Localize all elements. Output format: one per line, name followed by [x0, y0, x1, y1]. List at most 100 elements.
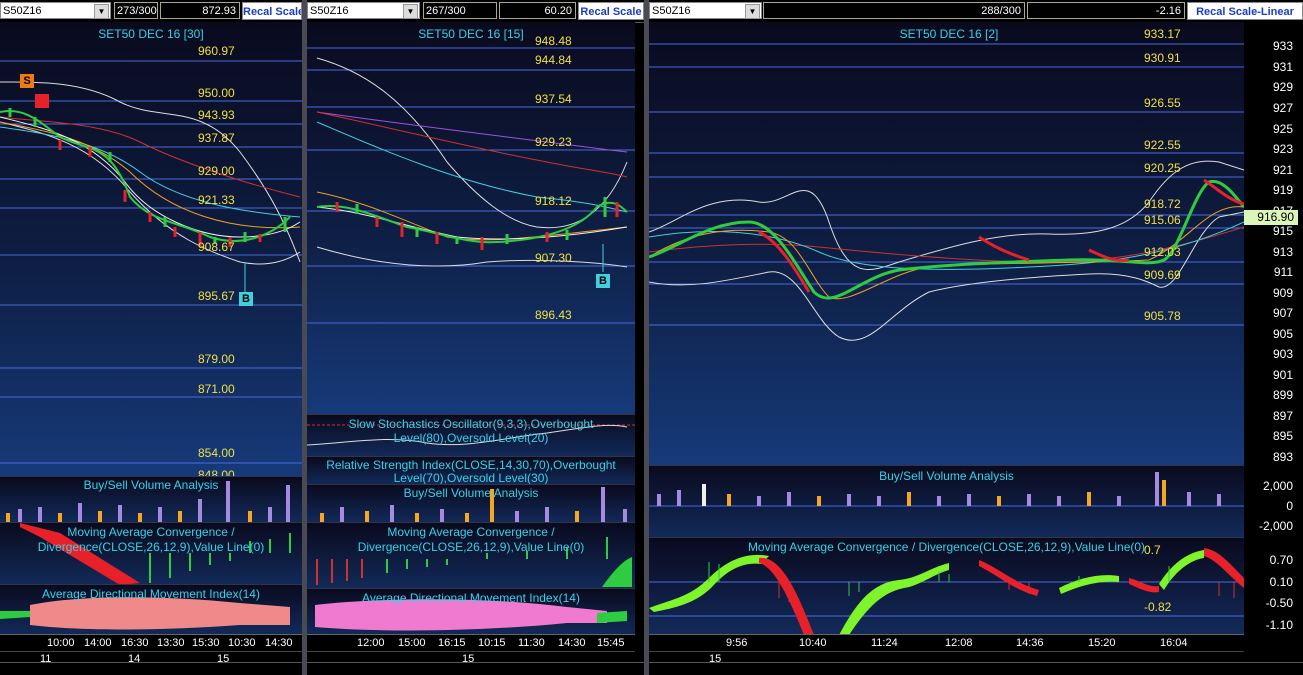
time-label: 14:00	[84, 637, 112, 649]
symbol-value: S50Z16	[652, 5, 691, 17]
y-tick: 911	[1273, 265, 1293, 279]
chevron-down-icon[interactable]: ▼	[745, 4, 760, 19]
macd-value-label: 0.7	[1144, 543, 1161, 557]
time-label: 10:15	[478, 637, 506, 649]
symbol-select[interactable]: S50Z16 ▼	[649, 2, 762, 19]
price-chart-svg	[0, 60, 302, 464]
time-label: 10:00	[47, 637, 75, 649]
time-label: 14:30	[558, 637, 586, 649]
y-tick: -0.50	[1265, 596, 1293, 610]
macd-axis: 0.70 0.10 -0.50 -1.10	[1244, 537, 1303, 634]
y-tick: 919	[1272, 183, 1293, 197]
macd-title-line-2: Divergence(CLOSE,26,12,9),Value Line(0)	[357, 540, 585, 554]
price-level-label: 937.87	[198, 131, 235, 145]
buy-signal-marker[interactable]: B	[239, 292, 253, 306]
price-level-label: 896.43	[535, 308, 572, 322]
time-label: 10:40	[799, 637, 827, 649]
panel-3-scrollbar[interactable]	[649, 662, 1303, 675]
price-level-label: 879.00	[198, 352, 235, 366]
chevron-down-icon[interactable]: ▼	[94, 4, 109, 19]
y-tick: 903	[1272, 347, 1293, 361]
y-tick: 899	[1272, 388, 1293, 402]
price-chart[interactable]: SET50 DEC 16 [15] 948.48 944.84 937.54 9…	[307, 22, 635, 414]
price-level-label: 960.97	[198, 44, 235, 58]
adx-pane[interactable]: Average Directional Movement Index(14)	[307, 588, 635, 635]
price-chart[interactable]: SET50 DEC 16 [30] 960.97 950.00 943.93 9…	[0, 22, 302, 476]
macd-title-line-2: Divergence(CLOSE,26,12,9),Value Line(0)	[37, 540, 265, 554]
volume-pane[interactable]: Buy/Sell Volume Analysis	[649, 465, 1244, 538]
price-level-label: 918.12	[535, 194, 572, 208]
price-level-label: 905.78	[1144, 309, 1181, 323]
y-tick: 927	[1272, 101, 1293, 115]
recal-scale-button[interactable]: Recal Scale	[578, 2, 644, 20]
price-level-label: 848.00	[198, 468, 235, 476]
panel-2-toolbar: S50Z16 ▼ 267/300 60.20 Recal Scale	[307, 0, 644, 23]
y-tick: 2,000	[1262, 479, 1293, 493]
panel-1-scrollbar[interactable]	[0, 662, 302, 675]
y-tick: 905	[1272, 327, 1293, 341]
chart-panel-1: S50Z16 ▼ 273/300 872.93 Recal Scale SET5…	[0, 0, 302, 675]
rsi-pane[interactable]: Relative Strength Index(CLOSE,14,30,70),…	[307, 456, 635, 485]
volume-pane-title: Buy/Sell Volume Analysis	[879, 469, 1014, 483]
volume-bars-svg	[6, 481, 290, 523]
y-tick: 915	[1272, 224, 1293, 238]
price-level-label: 926.55	[1144, 96, 1181, 110]
chart-panel-3: S50Z16 ▼ 288/300 -2.16 Recal Scale-Linear	[649, 0, 1303, 675]
price-readout: -2.16	[1027, 2, 1185, 19]
time-label: 11:24	[871, 637, 898, 649]
price-level-label: 918.72	[1144, 197, 1181, 211]
buy-signal-marker[interactable]: B	[596, 274, 610, 288]
y-tick: 931	[1272, 60, 1293, 74]
time-label: 12:00	[357, 637, 385, 649]
time-label: 16:04	[1160, 637, 1188, 649]
y-tick: 921	[1272, 163, 1293, 177]
price-level-label: 871.00	[198, 382, 235, 396]
chevron-down-icon[interactable]: ▼	[403, 4, 418, 19]
recal-scale-button[interactable]: Recal Scale	[242, 2, 302, 20]
price-level-label: 937.54	[535, 92, 572, 106]
adx-pane[interactable]: Average Directional Movement Index(14)	[0, 584, 302, 635]
adx-title: Average Directional Movement Index(14)	[42, 587, 260, 601]
price-level-label: 854.00	[198, 446, 235, 460]
panel-1-toolbar: S50Z16 ▼ 273/300 872.93 Recal Scale	[0, 0, 302, 23]
price-level-label: 921.33	[198, 193, 235, 207]
volume-pane-title: Buy/Sell Volume Analysis	[403, 486, 539, 500]
y-tick: 925	[1272, 122, 1293, 136]
macd-pane[interactable]: Moving Average Convergence / Divergence(…	[649, 537, 1244, 635]
rsi-title-line-1: Relative Strength Index(CLOSE,14,30,70),…	[326, 458, 616, 472]
time-axis: 12:00 15:00 16:15 10:15 11:30 14:30 15:4…	[307, 634, 635, 651]
panel-2-scrollbar[interactable]	[307, 662, 644, 675]
price-chart-svg	[649, 43, 1244, 341]
sell-signal-flag[interactable]	[35, 94, 49, 108]
macd-pane[interactable]: Moving Average Convergence / Divergence(…	[307, 522, 635, 589]
symbol-value: S50Z16	[310, 5, 349, 17]
y-tick: 893	[1272, 450, 1293, 464]
symbol-select[interactable]: S50Z16 ▼	[0, 2, 111, 19]
sell-signal-marker[interactable]: S	[20, 74, 34, 88]
volume-pane[interactable]: Buy/Sell Volume Analysis	[307, 484, 635, 523]
y-tick: 897	[1272, 409, 1293, 423]
y-tick: 923	[1272, 142, 1293, 156]
time-label: 11:30	[518, 637, 545, 649]
macd-pane[interactable]: Moving Average Convergence / Divergence(…	[0, 522, 302, 585]
symbol-select[interactable]: S50Z16 ▼	[307, 2, 420, 19]
y-tick: 909	[1272, 286, 1293, 300]
recal-scale-button[interactable]: Recal Scale-Linear	[1187, 2, 1303, 20]
price-level-label: 912.03	[1144, 245, 1181, 259]
price-axis[interactable]: 933 931 929 927 925 923 921 919 917 915 …	[1244, 22, 1303, 465]
price-level-label: 943.93	[198, 108, 235, 122]
price-level-label: 929.00	[198, 164, 235, 178]
stochastics-title-line-1: Slow Stochastics Oscillator(9,3,3),Overb…	[348, 417, 594, 431]
price-level-label: 933.17	[1144, 27, 1181, 41]
price-level-label: 915.06	[1144, 213, 1181, 227]
time-label: 14:30	[265, 637, 293, 649]
volume-pane[interactable]: Buy/Sell Volume Analysis	[0, 476, 302, 523]
stochastics-pane[interactable]: Slow Stochastics Oscillator(9,3,3),Overb…	[307, 414, 635, 457]
price-level-label: 948.48	[535, 34, 572, 48]
y-tick: 907	[1272, 306, 1293, 320]
macd-title-line-1: Moving Average Convergence /	[387, 525, 555, 539]
bar-count: 267/300	[423, 2, 497, 19]
time-label: 13:30	[157, 637, 185, 649]
price-readout: 60.20	[499, 2, 576, 19]
price-chart[interactable]: SET50 DEC 16 [2] 933.17 930.91 926.55 92…	[649, 22, 1244, 465]
